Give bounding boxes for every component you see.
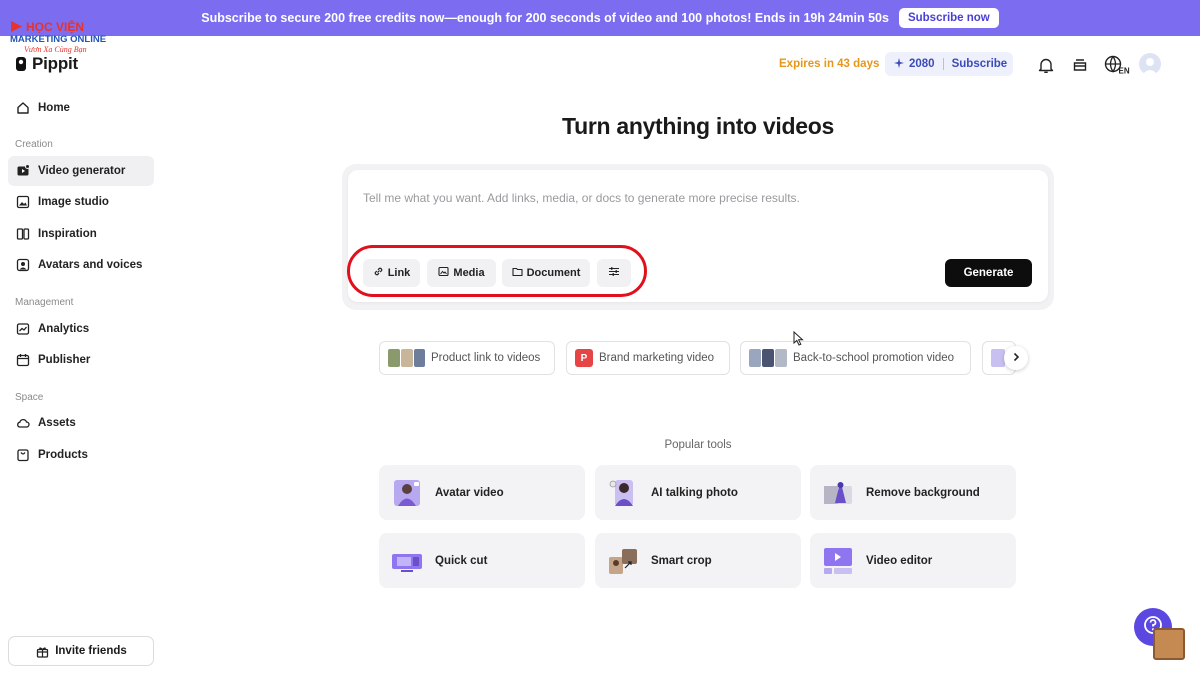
quick-cut-thumbnail bbox=[389, 545, 425, 577]
watermark-line3: Vươn Xa Cùng Bạn bbox=[24, 44, 87, 54]
suggestion-thumbnail bbox=[991, 349, 1005, 367]
red-highlight-annotation bbox=[347, 245, 647, 297]
suggestion-label: Brand marketing video bbox=[599, 352, 715, 364]
promo-banner: Subscribe to secure 200 free credits now… bbox=[0, 0, 1200, 36]
subscribe-now-button[interactable]: Subscribe now bbox=[898, 8, 999, 28]
app-logo-text: Pippit bbox=[32, 54, 79, 73]
tool-label: Video editor bbox=[866, 554, 933, 567]
sidebar-item-inspiration[interactable]: Inspiration bbox=[8, 219, 154, 249]
play-logo-icon bbox=[11, 21, 22, 32]
pippit-logo-icon bbox=[16, 57, 26, 71]
tool-label: Remove background bbox=[866, 486, 980, 499]
cloud-icon bbox=[16, 416, 30, 430]
suggestion-back-to-school[interactable]: Back-to-school promotion video bbox=[740, 341, 971, 375]
calendar-icon bbox=[16, 353, 30, 367]
app-logo[interactable]: Pippit bbox=[15, 54, 78, 74]
sidebar-item-assets[interactable]: Assets bbox=[8, 408, 154, 438]
corner-thumbnail-image bbox=[1153, 628, 1185, 660]
suggestion-brand-marketing[interactable]: P Brand marketing video bbox=[566, 341, 730, 375]
prompt-input[interactable]: Tell me what you want. Add links, media,… bbox=[363, 191, 800, 205]
analytics-icon bbox=[16, 322, 30, 336]
section-space: Space bbox=[15, 392, 44, 403]
sidebar-item-label: Inspiration bbox=[38, 228, 97, 240]
page-title: Turn anything into videos bbox=[562, 113, 834, 139]
watermark-line2: MARKETING ONLINE bbox=[10, 34, 107, 45]
next-suggestions-button[interactable] bbox=[1004, 346, 1028, 370]
image-studio-icon bbox=[16, 195, 30, 209]
tool-avatar-video[interactable]: Avatar video bbox=[379, 465, 585, 520]
inspiration-icon bbox=[16, 227, 30, 241]
suggestion-thumbnail bbox=[388, 349, 425, 367]
tool-label: AI talking photo bbox=[651, 486, 738, 499]
user-avatar[interactable] bbox=[1139, 53, 1161, 75]
suggestion-label: Product link to videos bbox=[431, 352, 541, 364]
tool-quick-cut[interactable]: Quick cut bbox=[379, 533, 585, 588]
sidebar-item-video-generator[interactable]: Video generator bbox=[8, 156, 154, 186]
tool-remove-background[interactable]: Remove background bbox=[810, 465, 1016, 520]
sidebar-item-image-studio[interactable]: Image studio bbox=[8, 187, 154, 217]
section-management: Management bbox=[15, 297, 74, 308]
sidebar-item-avatars-and-voices[interactable]: Avatars and voices bbox=[8, 250, 154, 280]
tool-label: Quick cut bbox=[435, 554, 488, 567]
mouse-cursor-icon bbox=[793, 330, 804, 351]
section-creation: Creation bbox=[15, 139, 53, 150]
watermark-line1: HỌC VIỆN bbox=[26, 19, 85, 34]
language-globe-icon[interactable]: EN bbox=[1104, 54, 1132, 76]
tool-smart-crop[interactable]: Smart crop bbox=[595, 533, 801, 588]
promo-banner-text: Subscribe to secure 200 free credits now… bbox=[201, 11, 889, 25]
credits-count: 2080 bbox=[909, 58, 935, 70]
expires-label: Expires in 43 days bbox=[779, 58, 880, 70]
sidebar-item-label: Analytics bbox=[38, 323, 90, 335]
video-editor-thumbnail bbox=[820, 545, 856, 577]
svg-text:EN: EN bbox=[1119, 67, 1130, 76]
suggestion-product-link[interactable]: Product link to videos bbox=[379, 341, 555, 375]
brand-p-icon: P bbox=[575, 349, 593, 367]
tool-ai-talking-photo[interactable]: AI talking photo bbox=[595, 465, 801, 520]
suggestion-label: Back-to-school promotion video bbox=[793, 352, 955, 364]
invite-friends-button[interactable]: Invite friends bbox=[8, 636, 154, 666]
subscribe-link[interactable]: Subscribe bbox=[952, 58, 1008, 70]
sparkle-icon bbox=[894, 57, 904, 71]
sidebar-item-label: Assets bbox=[38, 417, 76, 429]
tool-video-editor[interactable]: Video editor bbox=[810, 533, 1016, 588]
sidebar-item-label: Video generator bbox=[38, 165, 126, 177]
notification-bell-icon[interactable] bbox=[1035, 54, 1057, 76]
sidebar-item-label: Publisher bbox=[38, 354, 91, 366]
sidebar-item-label: Image studio bbox=[38, 196, 109, 208]
credits-badge[interactable]: 2080 Subscribe bbox=[885, 52, 1013, 76]
suggestion-thumbnail bbox=[749, 349, 787, 367]
tool-label: Avatar video bbox=[435, 486, 504, 499]
sidebar-item-publisher[interactable]: Publisher bbox=[8, 345, 154, 375]
invite-friends-label: Invite friends bbox=[55, 645, 127, 657]
credits-divider bbox=[942, 58, 944, 70]
chevron-right-icon bbox=[1011, 349, 1021, 367]
talking-photo-thumbnail bbox=[605, 477, 641, 509]
remove-background-thumbnail bbox=[820, 477, 856, 509]
sidebar-item-analytics[interactable]: Analytics bbox=[8, 314, 154, 344]
avatar-video-thumbnail bbox=[389, 477, 425, 509]
gift-icon bbox=[35, 644, 49, 658]
popular-tools-title: Popular tools bbox=[664, 439, 732, 451]
avatar-icon bbox=[16, 258, 30, 272]
watermark-logo: HỌC VIỆN MARKETING ONLINE Vươn Xa Cùng B… bbox=[10, 20, 122, 54]
smart-crop-thumbnail bbox=[605, 545, 641, 577]
sidebar-item-label: Avatars and voices bbox=[38, 259, 143, 271]
generate-button[interactable]: Generate bbox=[945, 259, 1032, 287]
video-generator-icon bbox=[16, 164, 30, 178]
inbox-icon[interactable] bbox=[1069, 54, 1091, 76]
tool-label: Smart crop bbox=[651, 554, 712, 567]
